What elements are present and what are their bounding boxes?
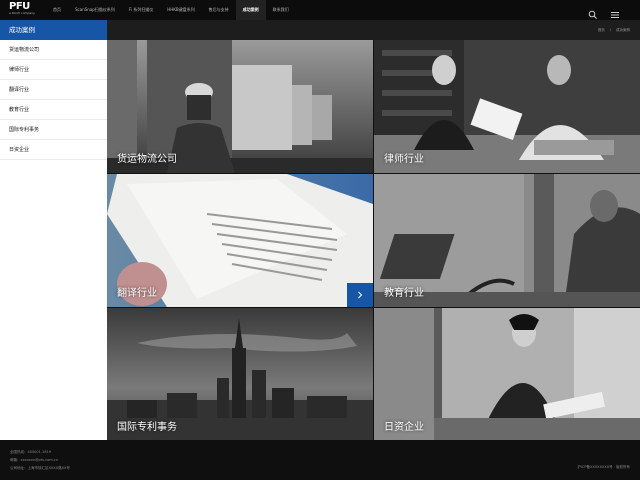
sidebar-item-law[interactable]: 律师行业 [0, 60, 107, 80]
logo-mark: PFU [9, 1, 30, 12]
nav-item-contact[interactable]: 联系我们 [266, 0, 296, 20]
top-nav: PFU a Ricoh company 首页 ScanSnap扫描仪系列 Fi … [0, 0, 640, 20]
nav-item-scansnap[interactable]: ScanSnap扫描仪系列 [68, 0, 122, 20]
breadcrumb: 首页 / 成功案例 [598, 20, 630, 40]
breadcrumb-current: 成功案例 [616, 28, 630, 32]
chevron-right-icon [358, 291, 363, 299]
case-grid: 货运物流公司 律师行业 翻译行业 教育行业 国际专利事务 日资企业 [107, 40, 640, 441]
sidebar-item-patent[interactable]: 国际专利事务 [0, 120, 107, 140]
sidebar-item-education[interactable]: 教育行业 [0, 100, 107, 120]
nav-menu: 首页 ScanSnap扫描仪系列 Fi 系列扫描仪 HHKB键盘系列 售后与支持… [46, 0, 296, 20]
nav-item-home[interactable]: 首页 [46, 0, 68, 20]
footer-email[interactable]: 邮箱：xxxxxxx@pfu.com.cn [10, 458, 58, 462]
sidebar-item-japanese-enterprise[interactable]: 日资企业 [0, 140, 107, 160]
case-tile-law[interactable]: 律师行业 [374, 40, 640, 173]
sidebar-list: 货运物流公司 律师行业 翻译行业 教育行业 国际专利事务 日资企业 [0, 40, 107, 160]
tile-arrow-button[interactable] [347, 283, 373, 307]
logo-tagline: a Ricoh company [9, 11, 35, 15]
sidebar-item-translation[interactable]: 翻译行业 [0, 80, 107, 100]
footer-phone: 全国热线：400001-1819 [10, 450, 52, 454]
nav-item-support[interactable]: 售后与支持 [202, 0, 236, 20]
tile-label: 货运物流公司 [117, 154, 177, 165]
footer-copyright: 沪ICP备XXXXXXXX号 · 版权所有 [577, 465, 630, 469]
tile-label: 国际专利事务 [117, 422, 177, 433]
nav-item-hhkb[interactable]: HHKB键盘系列 [160, 0, 201, 20]
footer-address: 公司地址：上海市徐汇区XXXX路XX号 [10, 466, 70, 470]
tile-label: 律师行业 [384, 154, 424, 165]
nav-icons [588, 5, 620, 19]
menu-icon[interactable] [610, 5, 620, 18]
footer: 全国热线：400001-1819 邮箱：xxxxxxx@pfu.com.cn 公… [0, 440, 640, 480]
case-tile-translation[interactable]: 翻译行业 [107, 174, 373, 307]
breadcrumb-separator: / [609, 28, 611, 32]
search-icon[interactable] [588, 5, 598, 19]
nav-item-cases[interactable]: 成功案例 [235, 0, 266, 20]
sidebar-item-logistics[interactable]: 货运物流公司 [0, 40, 107, 60]
breadcrumb-bar: 首页 / 成功案例 [107, 20, 640, 40]
case-tile-education[interactable]: 教育行业 [374, 174, 640, 307]
tile-label: 教育行业 [384, 288, 424, 299]
nav-item-fi-series[interactable]: Fi 系列扫描仪 [122, 0, 160, 20]
case-tile-japanese-enterprise[interactable]: 日资企业 [374, 308, 640, 441]
sidebar-title: 成功案例 [0, 20, 107, 40]
pfu-logo[interactable]: PFU a Ricoh company [9, 2, 37, 18]
page: PFU a Ricoh company 首页 ScanSnap扫描仪系列 Fi … [0, 0, 640, 480]
tile-label: 翻译行业 [117, 288, 157, 299]
case-tile-logistics[interactable]: 货运物流公司 [107, 40, 373, 173]
breadcrumb-home[interactable]: 首页 [598, 20, 605, 40]
sidebar: 成功案例 货运物流公司 律师行业 翻译行业 教育行业 国际专利事务 日资企业 [0, 20, 107, 440]
tile-label: 日资企业 [384, 422, 424, 433]
case-tile-patent[interactable]: 国际专利事务 [107, 308, 373, 441]
